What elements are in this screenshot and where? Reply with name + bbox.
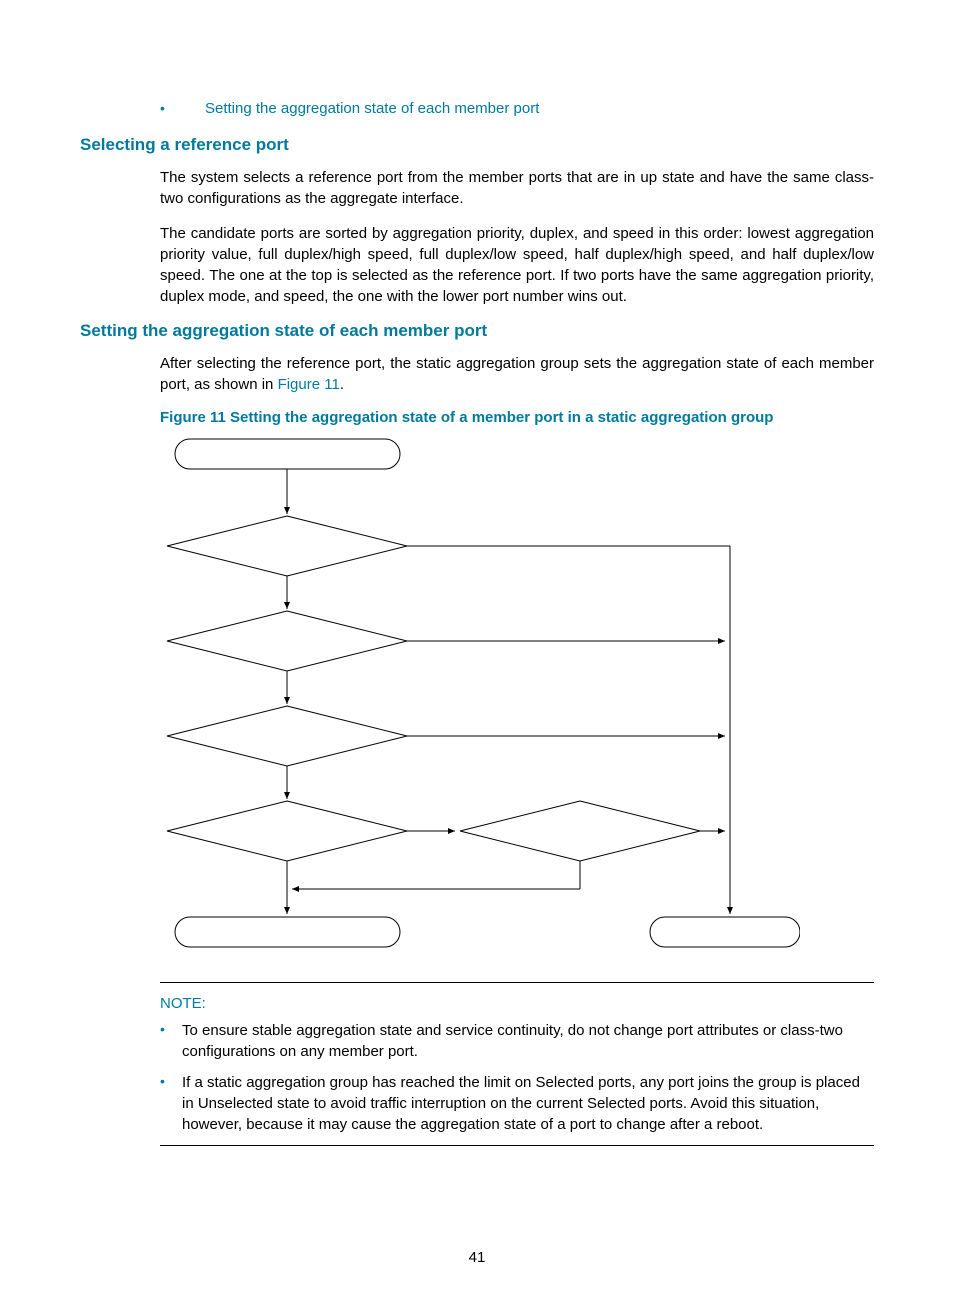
note-item: If a static aggregation group has reache… xyxy=(160,1072,874,1135)
section-heading-setting-state: Setting the aggregation state of each me… xyxy=(80,321,874,341)
paragraph-text: After selecting the reference port, the … xyxy=(160,355,874,393)
flowchart-diagram xyxy=(160,434,800,964)
paragraph: The candidate ports are sorted by aggreg… xyxy=(160,223,874,307)
paragraph-text: . xyxy=(340,376,344,393)
document-page: Setting the aggregation state of each me… xyxy=(0,0,954,1296)
note-item: To ensure stable aggregation state and s… xyxy=(160,1020,874,1062)
figure-link[interactable]: Figure 11 xyxy=(278,376,340,393)
toc-bullet: Setting the aggregation state of each me… xyxy=(160,100,874,117)
page-number: 41 xyxy=(0,1249,954,1266)
paragraph: The system selects a reference port from… xyxy=(160,167,874,209)
section-heading-selecting: Selecting a reference port xyxy=(80,135,874,155)
figure-caption: Figure 11 Setting the aggregation state … xyxy=(160,409,874,426)
note-title: NOTE: xyxy=(160,993,874,1014)
note-block: NOTE: To ensure stable aggregation state… xyxy=(160,982,874,1146)
toc-link[interactable]: Setting the aggregation state of each me… xyxy=(205,100,539,117)
paragraph: After selecting the reference port, the … xyxy=(160,353,874,395)
